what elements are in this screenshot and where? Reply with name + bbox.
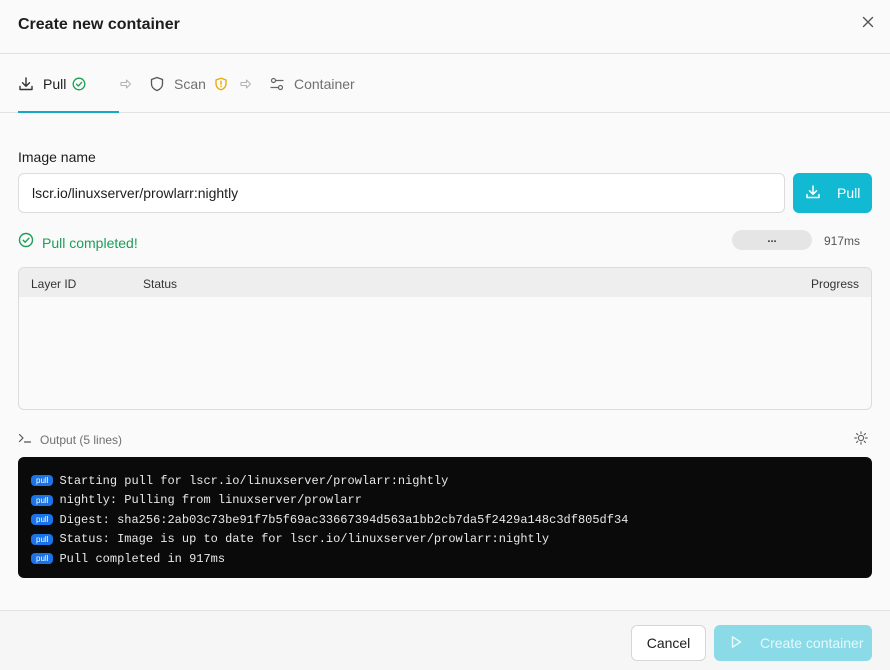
output-header-label: Output (5 lines) (40, 432, 123, 447)
log-line: pull Digest: sha256:2ab03c73be91f7b5f69a… (31, 510, 872, 530)
step-arrow-icon (239, 55, 253, 112)
cancel-button[interactable]: Cancel (631, 625, 706, 661)
log-line: pull nightly: Pulling from linuxserver/p… (31, 491, 872, 511)
column-header-status: Status (143, 277, 178, 291)
create-container-dialog: Create new container Pull Scan Container… (0, 0, 890, 670)
download-icon (805, 184, 821, 203)
layers-table-header: Layer ID Status Progress (19, 268, 871, 297)
tab-pull-label: Pull (43, 75, 67, 92)
image-name-label: Image name (18, 149, 96, 165)
check-circle-icon (72, 77, 86, 91)
shield-warning-icon (214, 77, 228, 91)
layers-table: Layer ID Status Progress (18, 267, 872, 410)
play-icon (728, 634, 744, 653)
image-name-input[interactable] (18, 173, 785, 213)
log-badge: pull (31, 553, 54, 565)
log-badge: pull (31, 514, 54, 526)
column-header-progress: Progress (810, 277, 859, 291)
sliders-icon (269, 76, 285, 92)
download-icon (18, 76, 34, 92)
tab-scan[interactable]: Scan (149, 55, 228, 112)
sun-icon[interactable] (853, 430, 869, 451)
output-terminal: pull Starting pull for lscr.io/linuxserv… (18, 457, 872, 578)
step-tabs: Pull Scan Container (0, 55, 890, 113)
log-line: pull Pull completed in 917ms (31, 549, 872, 569)
pull-button-label: Pull (837, 185, 861, 201)
log-line: pull Starting pull for lscr.io/linuxserv… (31, 471, 872, 491)
log-badge: pull (31, 533, 54, 545)
tab-scan-label: Scan (174, 75, 206, 92)
dialog-footer: Cancel Create container (0, 610, 890, 670)
log-line: pull Status: Image is up to date for lsc… (31, 530, 872, 550)
shield-icon (149, 76, 165, 92)
tab-pull[interactable]: Pull (18, 55, 119, 113)
log-badge: pull (31, 494, 54, 506)
log-text: Pull completed in 917ms (59, 551, 226, 566)
column-header-layer-id: Layer ID (31, 277, 77, 291)
dialog-title: Create new container (18, 16, 180, 33)
pull-duration: 917ms (824, 234, 861, 248)
tab-container-label: Container (294, 75, 355, 92)
log-text: Status: Image is up to date for lscr.io/… (59, 532, 550, 547)
pull-status: Pull completed! (18, 232, 138, 253)
log-badge: pull (31, 475, 54, 487)
pull-button[interactable]: Pull (793, 173, 872, 213)
create-container-label: Create container (760, 635, 864, 651)
dialog-header: Create new container (0, 0, 890, 54)
pull-status-message: Pull completed! (42, 234, 138, 251)
log-text: nightly: Pulling from linuxserver/prowla… (59, 493, 362, 508)
check-circle-icon (18, 232, 34, 253)
log-text: Starting pull for lscr.io/linuxserver/pr… (59, 473, 449, 488)
close-icon[interactable] (858, 12, 878, 32)
progress-pill: ... (732, 230, 812, 250)
tab-container[interactable]: Container (269, 55, 355, 112)
log-text: Digest: sha256:2ab03c73be91f7b5f69ac3366… (59, 512, 629, 527)
output-toggle[interactable]: Output (5 lines) (18, 431, 122, 448)
terminal-icon (18, 431, 32, 448)
create-container-button[interactable]: Create container (714, 625, 872, 661)
step-arrow-icon (119, 55, 133, 112)
